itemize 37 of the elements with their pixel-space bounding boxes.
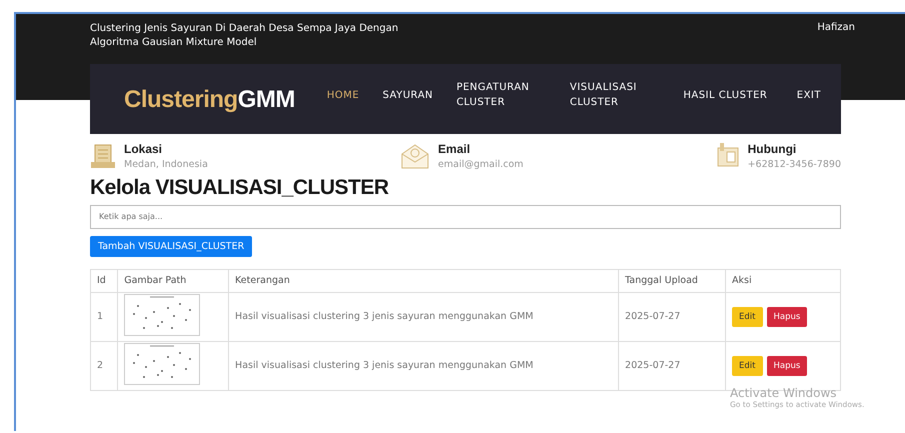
info-title: Lokasi <box>124 142 164 156</box>
column-header: Keterangan <box>228 269 619 292</box>
info-value: Medan, Indonesia <box>124 159 208 170</box>
building-icon <box>90 142 116 170</box>
info-value: email@gmail.com <box>438 159 524 170</box>
column-header: Aksi <box>726 269 840 292</box>
edit-button[interactable]: Edit <box>732 356 762 376</box>
table-cell: 2025-07-27 <box>618 341 726 390</box>
nav-link[interactable]: PENGATURAN CLUSTER <box>456 80 546 110</box>
envelope-icon <box>400 142 430 170</box>
site-title: Clustering Jenis Sayuran Di Daerah Desa Sempa Jaya Dengan Algoritma Gausian Mixture Model <box>90 22 400 50</box>
table-cell: 2 <box>90 341 118 390</box>
table-cell: 2025-07-27 <box>618 292 726 341</box>
delete-button[interactable]: Hapus <box>766 356 808 376</box>
table-cell: Hasil visualisasi clustering 3 jenis sayuran menggunakan GMM <box>228 341 619 390</box>
telephone-icon <box>716 142 740 168</box>
nav-link[interactable]: SAYURAN <box>382 80 434 110</box>
info-value: +62812-3456-7890 <box>748 159 841 170</box>
activation-notice-title: Activate Windows <box>730 386 838 400</box>
info-title: Hubungi <box>748 142 798 156</box>
column-header: Gambar Path <box>118 269 229 292</box>
delete-button[interactable]: Hapus <box>766 306 808 326</box>
nav-link[interactable]: VISUALISASI CLUSTER <box>570 80 660 110</box>
search-field[interactable]: Ketik apa saja... <box>90 204 841 228</box>
info-title: Email <box>438 142 472 156</box>
edit-button[interactable]: Edit <box>732 306 762 326</box>
table-cell: 1 <box>90 292 118 341</box>
add-button[interactable]: Tambah VISUALISASI_CLUSTER <box>90 236 252 256</box>
nav-link[interactable]: HOME <box>326 80 360 110</box>
table-cell: Hasil visualisasi clustering 3 jenis sayuran menggunakan GMM <box>228 292 619 341</box>
page-heading: Kelola VISUALISASI_CLUSTER <box>90 176 390 200</box>
logo[interactable]: ClusteringGMM <box>124 86 295 114</box>
nav-link[interactable]: HASIL CLUSTER <box>683 80 774 110</box>
column-header: Tanggal Upload <box>618 269 726 292</box>
column-header: Id <box>90 269 118 292</box>
user-name: Hafizan <box>817 22 855 33</box>
nav-link[interactable]: EXIT <box>796 80 821 110</box>
